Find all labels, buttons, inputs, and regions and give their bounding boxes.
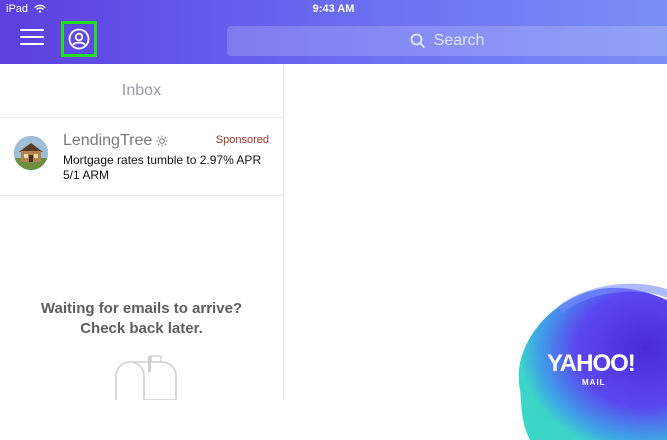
status-bar: iPad 9:43 AM — [0, 0, 667, 18]
yahoo-mail-label: MAIL — [582, 378, 606, 387]
search-placeholder: Search — [433, 32, 485, 49]
mailbox-icon — [115, 355, 177, 400]
sponsored-badge: Sponsored — [215, 134, 269, 146]
house-thumbnail — [14, 136, 48, 170]
list-item[interactable]: LendingTree Sponsored Mortgage rates tum… — [0, 118, 283, 194]
inbox-title: Inbox — [121, 82, 162, 99]
sender-name: LendingTree — [63, 132, 153, 149]
empty-state-line1: Waiting for emails to arrive? — [40, 300, 243, 317]
empty-state-line2: Check back later. — [80, 320, 203, 337]
search-input[interactable]: Search — [227, 26, 667, 56]
yahoo-logo: YAHOO! — [547, 350, 636, 377]
empty-state-message: Waiting for emails to arrive? Check back… — [0, 299, 283, 339]
profile-button[interactable] — [61, 21, 97, 57]
inbox-pane: Inbox LendingTree Sponsored Mortgage rat… — [0, 64, 284, 400]
message-subject: Mortgage rates tumble to 2.97% APR 5/1 A… — [63, 153, 262, 182]
sun-icon — [156, 135, 168, 147]
ad-sender: LendingTree — [63, 132, 168, 150]
search-icon — [410, 33, 425, 49]
divider — [0, 195, 283, 196]
hamburger-menu-icon[interactable] — [20, 29, 44, 51]
status-time: 9:43 AM — [312, 3, 355, 15]
user-circle-icon — [68, 28, 90, 50]
